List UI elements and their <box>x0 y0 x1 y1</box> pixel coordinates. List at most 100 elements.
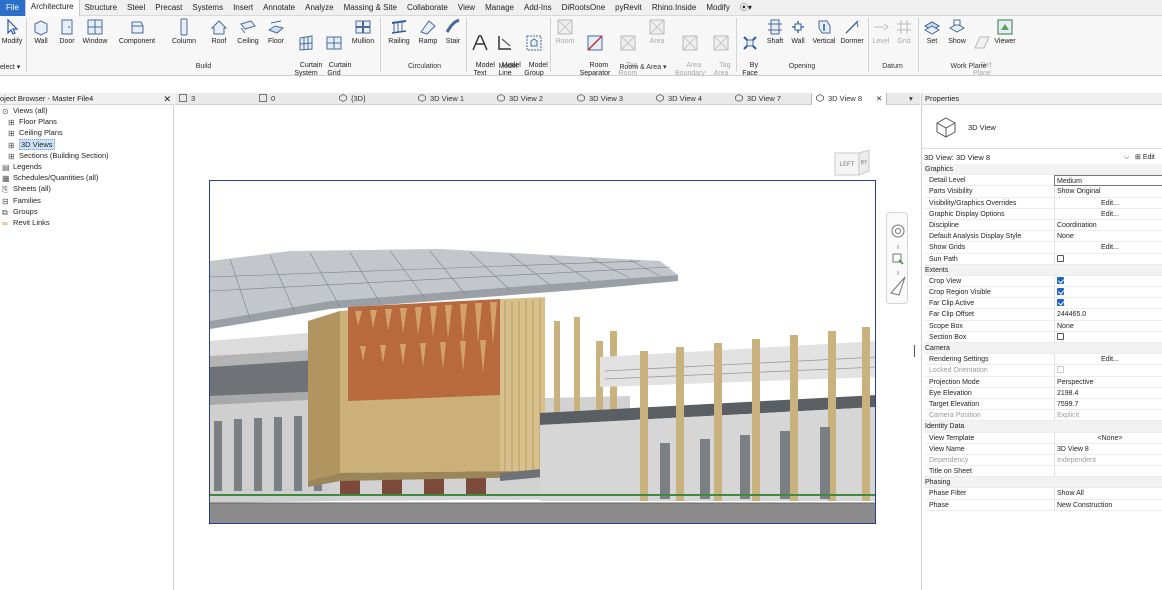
grid-tool[interactable]: Grid <box>893 18 915 46</box>
tree-item-families[interactable]: ⊟ Families <box>2 196 41 206</box>
tab-view[interactable]: View <box>453 0 480 16</box>
property-checkbox[interactable] <box>1054 253 1162 265</box>
curtain-system-tool[interactable]: Curtain System <box>292 18 322 86</box>
steering-wheel-icon[interactable] <box>891 224 905 238</box>
viewer-tool[interactable]: Viewer <box>991 18 1019 46</box>
door-tool[interactable]: Door <box>56 18 78 46</box>
set-tool[interactable]: Set <box>921 18 943 46</box>
tree-item-sections-building-section[interactable]: ⊞ Sections (Building Section) <box>8 151 109 161</box>
property-edit-button[interactable]: Edit... <box>1054 208 1162 220</box>
show-tool[interactable]: Show <box>944 18 970 46</box>
tab-systems[interactable]: Systems <box>187 0 228 16</box>
tab-overflow-icon[interactable]: ▾ <box>909 93 913 105</box>
tab-modify[interactable]: Modify <box>701 0 735 16</box>
property-checkbox[interactable] <box>1054 275 1162 287</box>
property-edit-button[interactable]: Edit... <box>1054 354 1162 366</box>
view-tab-3d-view-3[interactable]: 3D View 3 <box>577 93 623 105</box>
stair-tool[interactable]: Stair <box>442 18 464 46</box>
tree-item-revit-links[interactable]: ∞ Revit Links <box>2 218 50 228</box>
dormer-tool[interactable]: Dormer <box>838 18 866 46</box>
crop-region[interactable] <box>209 180 876 524</box>
room-tool[interactable]: Room <box>553 18 577 46</box>
model-line-tool[interactable]: Model Line <box>494 18 521 86</box>
tab-precast[interactable]: Precast <box>150 0 187 16</box>
curtain-grid-tool[interactable]: Curtain Grid <box>321 18 351 86</box>
vertical-opening-tool[interactable]: Vertical <box>810 18 838 46</box>
property-checkbox[interactable] <box>1054 298 1162 310</box>
property-group-extents[interactable]: Extents <box>924 264 1162 276</box>
tag-area-tool[interactable]: Tag Area <box>709 18 733 86</box>
tree-item-schedules-quantities-all[interactable]: ▦ Schedules/Quantities (all) <box>2 173 98 183</box>
tree-item-3d-views[interactable]: ⊞ 3D Views <box>8 138 55 150</box>
tab-manage[interactable]: Manage <box>480 0 519 16</box>
tab-annotate[interactable]: Annotate <box>258 0 300 16</box>
property-value[interactable]: None <box>1054 231 1162 243</box>
tree-item-views-all[interactable]: ⊙ Views (all) <box>2 106 47 116</box>
checkbox-checked-icon[interactable] <box>1057 288 1064 296</box>
property-value[interactable] <box>1054 466 1162 478</box>
tab-structure[interactable]: Structure <box>80 0 122 16</box>
drawing-area[interactable]: LEFT BY <box>175 105 920 590</box>
checkbox-empty-icon[interactable] <box>1057 254 1064 262</box>
property-value[interactable]: Perspective <box>1054 376 1162 388</box>
property-checkbox[interactable] <box>1054 331 1162 343</box>
view-tab-3d[interactable]: {3D} <box>339 93 366 105</box>
tree-item-floor-plans[interactable]: ⊞ Floor Plans <box>8 117 57 127</box>
floor-tool[interactable]: Floor <box>264 18 288 46</box>
tab-add-ins[interactable]: Add-Ins <box>519 0 557 16</box>
property-value[interactable]: Show All <box>1054 488 1162 500</box>
property-value[interactable]: Medium <box>1054 175 1162 187</box>
instance-selector[interactable]: 3D View: 3D View 8 ⌵ ⊞ Edit <box>924 152 1160 163</box>
property-group-phasing[interactable]: Phasing <box>924 477 1162 489</box>
property-value[interactable]: 7599.7 <box>1054 398 1162 410</box>
wall-opening-tool[interactable]: Wall <box>787 18 809 46</box>
mullion-tool[interactable]: Mullion <box>349 18 377 46</box>
roof-tool[interactable]: Roof <box>207 18 231 46</box>
ceiling-tool[interactable]: Ceiling <box>234 18 262 46</box>
shaft-tool[interactable]: Shaft <box>763 18 787 46</box>
tab-architecture[interactable]: Architecture <box>24 0 80 16</box>
property-group-graphics[interactable]: Graphics <box>924 164 1162 176</box>
level-tool[interactable]: Level <box>870 18 892 46</box>
property-group-camera[interactable]: Camera <box>924 343 1162 355</box>
property-value[interactable]: Show Original <box>1054 186 1162 198</box>
contextual-tab-dropdown-icon[interactable]: ⦿▾ <box>735 0 757 16</box>
view-tab-3d-view-2[interactable]: 3D View 2 <box>497 93 543 105</box>
property-value[interactable]: Coordination <box>1054 219 1162 231</box>
splitter-handle[interactable] <box>914 345 915 357</box>
tab-collaborate[interactable]: Collaborate <box>402 0 453 16</box>
tab-rhino-inside[interactable]: Rhino.Inside <box>647 0 701 16</box>
property-value[interactable]: 244465.0 <box>1054 309 1162 321</box>
view-tab-3[interactable]: 3 <box>179 93 195 105</box>
view-tab-3d-view-4[interactable]: 3D View 4 <box>656 93 702 105</box>
zoom-icon[interactable] <box>892 253 904 265</box>
area-boundary-tool[interactable]: Area Boundary <box>673 18 707 86</box>
property-value[interactable]: 2198.4 <box>1054 387 1162 399</box>
modify-tool[interactable]: Modify <box>1 18 23 46</box>
chevron-down-icon[interactable]: ⌵ <box>1124 152 1129 163</box>
tree-item-ceiling-plans[interactable]: ⊞ Ceiling Plans <box>8 128 63 138</box>
group-label-room-area[interactable]: Room & Area ▾ <box>553 63 733 71</box>
tab-massing-site[interactable]: Massing & Site <box>339 0 402 16</box>
tab-pyrevit[interactable]: pyRevit <box>610 0 647 16</box>
property-value[interactable]: 3D View 8 <box>1054 443 1162 455</box>
checkbox-checked-icon[interactable] <box>1057 299 1064 307</box>
by-face-tool[interactable]: By Face <box>738 18 762 86</box>
ramp-tool[interactable]: Ramp <box>416 18 440 46</box>
area-tool[interactable]: Area <box>645 18 669 46</box>
checkbox-empty-icon[interactable] <box>1057 332 1064 340</box>
tree-item-legends[interactable]: ▤ Legends <box>2 162 42 172</box>
property-edit-button[interactable]: <None> <box>1054 432 1162 444</box>
tab-dirootsone[interactable]: DiRootsOne <box>557 0 611 16</box>
orbit-icon[interactable] <box>890 276 906 296</box>
property-edit-button[interactable]: Edit... <box>1054 242 1162 254</box>
model-text-tool[interactable]: Model Text <box>468 18 495 86</box>
tab-steel[interactable]: Steel <box>122 0 150 16</box>
component-tool[interactable]: Component <box>116 18 158 46</box>
view-tab-3d-view-7[interactable]: 3D View 7 <box>735 93 781 105</box>
close-icon[interactable]: ✕ <box>163 93 171 105</box>
tab-analyze[interactable]: Analyze <box>300 0 338 16</box>
tab-file[interactable]: File <box>0 0 25 16</box>
wall-tool[interactable]: Wall <box>30 18 52 46</box>
property-group-identity-data[interactable]: Identity Data <box>924 421 1162 433</box>
